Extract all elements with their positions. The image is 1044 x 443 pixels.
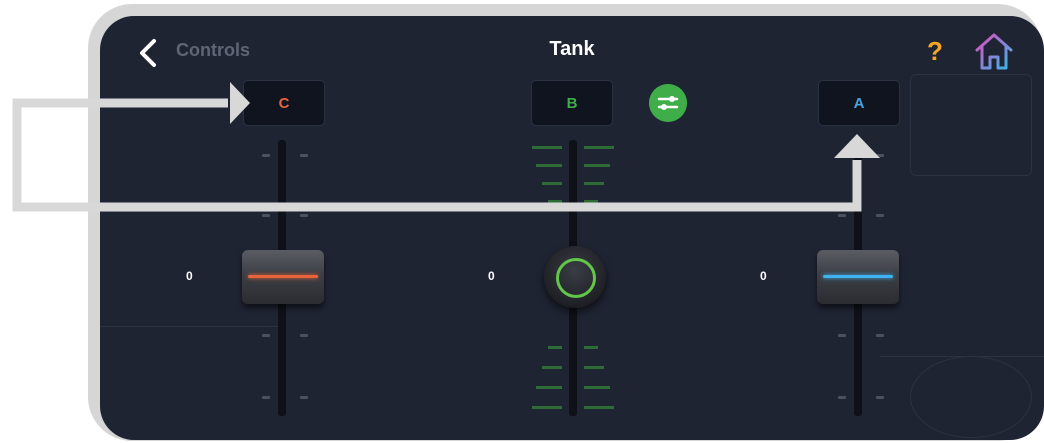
slider-tick (262, 396, 270, 399)
slider-tick (300, 154, 308, 157)
slider-tick (838, 396, 846, 399)
slider-tick (838, 334, 846, 337)
slider-c-knob[interactable] (242, 250, 324, 304)
joystick-b-value: 0 (488, 269, 495, 283)
question-mark-icon[interactable]: ? (927, 36, 943, 67)
slider-tick (262, 214, 270, 217)
background-decoration (100, 326, 280, 327)
slider-c-indicator (248, 275, 318, 278)
slider-tick (262, 154, 270, 157)
slider-tick (838, 154, 846, 157)
background-decoration (880, 356, 1044, 357)
slider-tick (876, 396, 884, 399)
background-decoration (100, 211, 270, 212)
joystick-level-bar (584, 182, 604, 185)
joystick-level-bar (584, 366, 604, 369)
slider-a-knob[interactable] (817, 250, 899, 304)
home-icon[interactable] (972, 30, 1016, 74)
slider-c-value: 0 (186, 269, 193, 283)
page-title: Tank (549, 38, 595, 60)
slider-tick (876, 334, 884, 337)
joystick-level-bar (532, 146, 562, 149)
joystick-level-bar (584, 406, 614, 409)
sliders-icon[interactable] (649, 84, 687, 122)
joystick-level-bar (584, 164, 610, 167)
slider-tick (300, 396, 308, 399)
joystick-level-bar (584, 386, 610, 389)
joystick-level-bar (536, 386, 562, 389)
app-screen: Controls Tank ? C B A 0 0 0 (100, 16, 1044, 440)
slider-tick (876, 154, 884, 157)
background-decoration (910, 74, 1032, 176)
port-c-button[interactable]: C (243, 80, 325, 126)
joystick-level-bar (584, 146, 614, 149)
slider-tick (300, 214, 308, 217)
joystick-b-knob[interactable] (544, 246, 606, 308)
slider-tick (300, 334, 308, 337)
joystick-level-bar (584, 346, 598, 349)
joystick-ring (556, 258, 596, 298)
joystick-level-bar (542, 366, 562, 369)
slider-tick (876, 214, 884, 217)
slider-tick (838, 214, 846, 217)
slider-tick (262, 334, 270, 337)
port-b-button[interactable]: B (531, 80, 613, 126)
slider-a-value: 0 (760, 269, 767, 283)
joystick-level-bar (542, 182, 562, 185)
joystick-level-bar (536, 164, 562, 167)
background-decoration (910, 356, 1032, 438)
joystick-level-bar (548, 346, 562, 349)
joystick-level-bar (584, 200, 598, 203)
slider-a-indicator (823, 275, 893, 278)
joystick-level-bar (532, 406, 562, 409)
joystick-level-bar (548, 200, 562, 203)
port-a-button[interactable]: A (818, 80, 900, 126)
